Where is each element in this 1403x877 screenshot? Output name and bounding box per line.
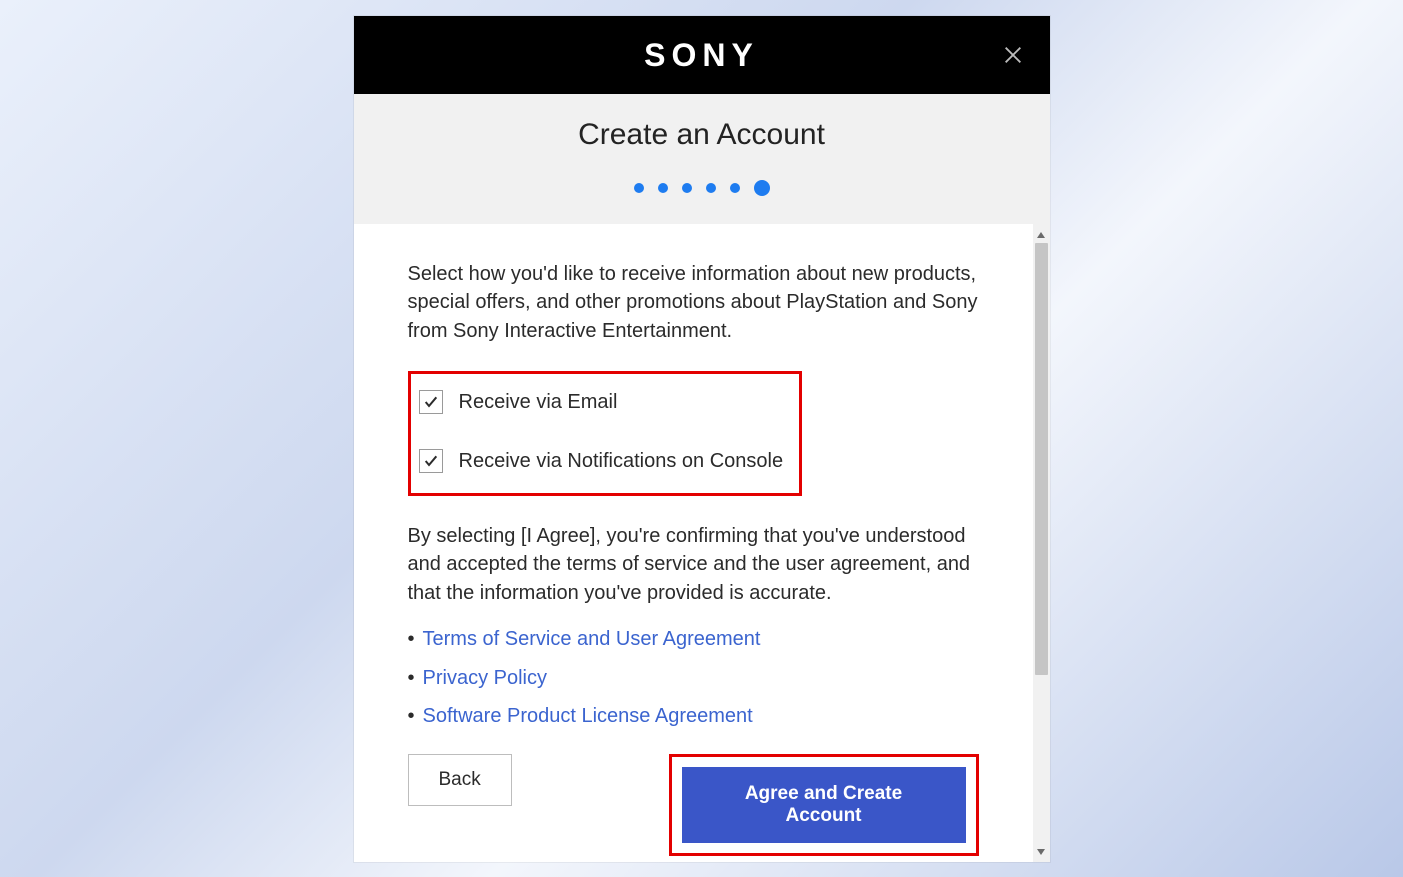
scrollbar-track[interactable] <box>1033 243 1050 843</box>
checkmark-icon <box>423 394 439 410</box>
intro-text: Select how you'd like to receive informa… <box>408 260 979 345</box>
step-dot <box>706 183 716 193</box>
step-dot <box>658 183 668 193</box>
step-dot <box>682 183 692 193</box>
chevron-down-icon <box>1036 847 1046 857</box>
content-wrap: Select how you'd like to receive informa… <box>354 224 1050 862</box>
modal-subheader: Create an Account <box>354 94 1050 224</box>
agreement-text: By selecting [I Agree], you're confirmin… <box>408 522 979 607</box>
close-button[interactable] <box>998 40 1028 70</box>
modal-header: SONY <box>354 16 1050 94</box>
agree-create-account-button[interactable]: Agree and Create Account <box>682 767 966 843</box>
link-terms-of-service[interactable]: Terms of Service and User Agreement <box>423 625 761 653</box>
step-indicator <box>354 180 1050 196</box>
close-icon <box>1002 44 1024 66</box>
create-account-modal: SONY Create an Account Select how you'd … <box>354 16 1050 862</box>
list-item: Software Product License Agreement <box>408 702 979 730</box>
legal-links-list: Terms of Service and User Agreement Priv… <box>408 625 979 730</box>
list-item: Privacy Policy <box>408 664 979 692</box>
checkbox-email[interactable] <box>419 390 443 414</box>
checkbox-row-email: Receive via Email <box>419 388 784 416</box>
chevron-up-icon <box>1036 230 1046 240</box>
primary-button-highlight: Agree and Create Account <box>669 754 979 856</box>
link-privacy-policy[interactable]: Privacy Policy <box>423 664 547 692</box>
notification-checkbox-group: Receive via Email Receive via Notificati… <box>408 371 803 496</box>
back-button[interactable]: Back <box>408 754 512 806</box>
checkbox-row-console: Receive via Notifications on Console <box>419 447 784 475</box>
scrollbar-up-button[interactable] <box>1033 226 1050 243</box>
checkbox-email-label: Receive via Email <box>459 388 618 416</box>
scrollbar-down-button[interactable] <box>1033 843 1050 860</box>
checkbox-console-label: Receive via Notifications on Console <box>459 447 784 475</box>
checkbox-console[interactable] <box>419 449 443 473</box>
button-row: Back Agree and Create Account <box>408 754 979 856</box>
sony-logo: SONY <box>644 37 759 74</box>
step-dot-active <box>754 180 770 196</box>
step-dot <box>730 183 740 193</box>
page-title: Create an Account <box>354 118 1050 152</box>
link-software-license[interactable]: Software Product License Agreement <box>423 702 753 730</box>
step-dot <box>634 183 644 193</box>
checkmark-icon <box>423 453 439 469</box>
vertical-scrollbar[interactable] <box>1033 224 1050 862</box>
scrollbar-thumb[interactable] <box>1035 243 1048 675</box>
modal-content: Select how you'd like to receive informa… <box>354 224 1033 862</box>
list-item: Terms of Service and User Agreement <box>408 625 979 653</box>
